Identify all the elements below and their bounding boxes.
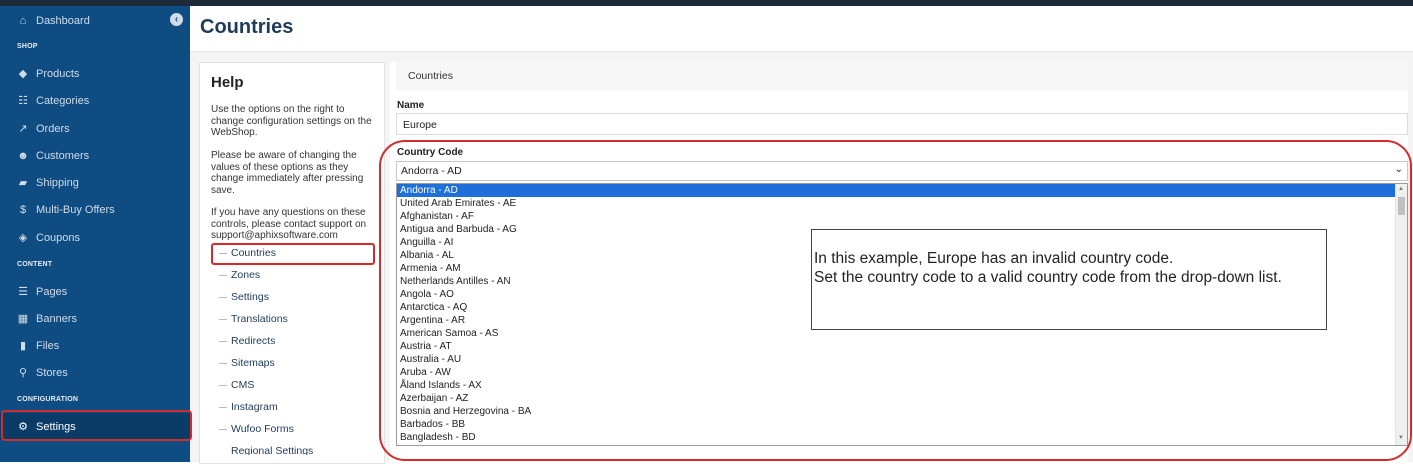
- sidebar-item-banners[interactable]: ▦ Banners: [0, 305, 190, 332]
- help-nav-translations[interactable]: Translations: [219, 313, 288, 325]
- help-text-2: Please be aware of changing the values o…: [211, 150, 364, 196]
- annotation-country-code-highlight: [379, 140, 1412, 461]
- list-icon: ☰: [18, 286, 28, 298]
- users-icon: ☻: [17, 149, 29, 162]
- sidebar-item-label: Customers: [36, 149, 90, 162]
- section-shop: SHOP: [17, 43, 38, 50]
- breadcrumb-label[interactable]: Countries: [408, 70, 453, 82]
- help-nav-zones[interactable]: Zones: [218, 269, 260, 281]
- name-label: Name: [397, 100, 425, 111]
- ticket-icon: ◈: [18, 232, 28, 244]
- name-input[interactable]: Europe: [396, 113, 1408, 135]
- sidebar-item-label: Products: [36, 67, 80, 80]
- sidebar-item-pages[interactable]: ☰ Pages: [0, 278, 190, 305]
- sidebar-item-label: Files: [36, 339, 60, 352]
- sidebar-item-shipping[interactable]: ▰ Shipping: [0, 169, 190, 196]
- sidebar-item-label: Stores: [36, 366, 68, 379]
- sidebar-item-stores[interactable]: ⚲ Stores: [0, 359, 190, 386]
- sidebar-item-multi-buy-offers[interactable]: $ Multi-Buy Offers: [0, 196, 190, 223]
- sidebar-item-orders[interactable]: ↗ Orders: [0, 115, 190, 142]
- help-nav-cms[interactable]: CMS: [218, 379, 254, 391]
- sidebar-item-label: Multi-Buy Offers: [36, 203, 115, 216]
- sitemap-icon: ☷: [18, 95, 28, 107]
- grid-icon: ▦: [17, 313, 29, 325]
- file-icon: ▮: [19, 340, 27, 352]
- annotation-countries-highlight: [211, 243, 375, 265]
- sidebar-item-label: Coupons: [36, 231, 81, 244]
- breadcrumb: Countries: [396, 62, 1408, 90]
- sidebar-item-label: Dashboard: [36, 14, 90, 27]
- home-icon: ⌂: [19, 14, 27, 27]
- section-configuration: CONFIGURATION: [17, 396, 79, 403]
- chart-line-icon: ↗: [18, 123, 28, 135]
- help-text-3: If you have any questions on these contr…: [211, 207, 367, 241]
- help-title: Help: [211, 74, 244, 91]
- help-nav-wufoo-forms[interactable]: Wufoo Forms: [219, 423, 294, 435]
- sidebar-item-label: Banners: [36, 312, 77, 325]
- sidebar-item-categories[interactable]: ☷ Categories: [0, 87, 190, 114]
- sidebar-item-coupons[interactable]: ◈ Coupons: [0, 224, 190, 251]
- help-text-1: Use the options on the right to change c…: [211, 104, 372, 138]
- help-nav-redirects[interactable]: Redirects: [218, 335, 275, 347]
- sidebar-item-dashboard[interactable]: ⌂ Dashboard: [0, 7, 190, 34]
- section-content: CONTENT: [17, 261, 53, 268]
- sidebar-item-customers[interactable]: ☻ Customers: [0, 142, 190, 169]
- help-nav-regional-settings[interactable]: Regional Settings: [231, 445, 313, 455]
- annotation-settings-highlight: [1, 410, 192, 441]
- sidebar-item-label: Categories: [36, 94, 90, 107]
- sidebar-item-label: Pages: [36, 285, 68, 298]
- help-nav-sitemaps[interactable]: Sitemaps: [219, 357, 275, 369]
- sidebar-item-products[interactable]: ◆ Products: [0, 60, 190, 87]
- dollar-icon: $: [19, 203, 27, 216]
- sidebar-item-label: Orders: [36, 122, 70, 135]
- sidebar-item-files[interactable]: ▮ Files: [0, 332, 190, 359]
- truck-icon: ▰: [18, 177, 28, 189]
- help-nav-settings[interactable]: Settings: [219, 291, 269, 303]
- page-title: Countries: [200, 16, 294, 38]
- help-nav-instagram[interactable]: Instagram: [219, 401, 278, 413]
- sidebar: ‹ ⌂ Dashboard SHOP ◆ Products ☷ Categori…: [0, 6, 190, 462]
- top-bar: [0, 0, 1413, 6]
- sidebar-item-label: Shipping: [36, 176, 79, 189]
- tags-icon: ◆: [18, 68, 28, 80]
- map-marker-icon: ⚲: [18, 367, 28, 379]
